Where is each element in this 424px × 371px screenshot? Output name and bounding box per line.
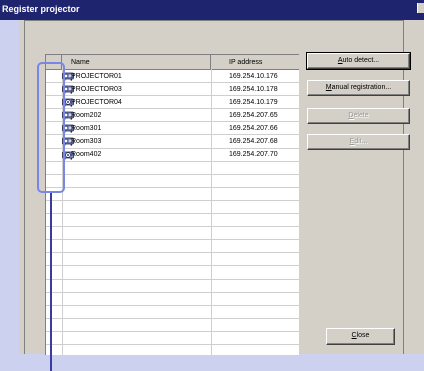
callout-bottom-margin [19, 354, 424, 371]
window-titlebar[interactable]: Register projector [0, 0, 424, 20]
list-item[interactable]: PROJECTOR03 169.254.10.178 [46, 83, 299, 97]
list-item[interactable]: Room303 169.254.207.68 [46, 135, 299, 149]
empty-row [46, 214, 299, 228]
projector-ip: 169.254.207.65 [229, 111, 278, 119]
projector-ip: 169.254.10.179 [229, 98, 278, 106]
callout-line [50, 193, 52, 371]
projector-name: Room303 [71, 137, 102, 145]
titlebar-edge [417, 3, 424, 13]
list-header: Name IP address [46, 55, 299, 70]
projector-name: PROJECTOR01 [71, 72, 122, 80]
list-rows: PROJECTOR01 169.254.10.176 PROJECTOR03 169.… [46, 70, 299, 355]
header-ip-address[interactable]: IP address [211, 55, 299, 69]
edit-label: dit... [354, 138, 368, 145]
list-item[interactable]: PROJECTOR04 169.254.10.179 [46, 96, 299, 110]
empty-row [46, 280, 299, 293]
empty-row [46, 345, 299, 355]
empty-row [46, 175, 299, 188]
projector-ip: 169.254.10.176 [229, 72, 278, 80]
empty-row [46, 306, 299, 319]
projector-name: Room402 [71, 151, 102, 159]
projector-ip: 169.254.10.178 [229, 85, 278, 93]
list-item[interactable]: Room301 169.254.207.66 [46, 122, 299, 136]
projector-ip: 169.254.207.66 [229, 124, 278, 132]
manual-registration-label: anual registration... [331, 84, 392, 91]
empty-row [46, 227, 299, 241]
empty-row [46, 201, 299, 215]
auto-detect-label: uto detect... [342, 57, 380, 64]
projector-ip: 169.254.207.68 [229, 137, 278, 145]
projector-name: Room202 [71, 111, 102, 119]
close-button[interactable]: Close [326, 328, 395, 345]
window-title: Register projector [2, 4, 80, 14]
empty-row [46, 188, 299, 201]
delete-label: elete [353, 112, 369, 119]
status-icons-highlight [37, 62, 65, 193]
list-item[interactable]: PROJECTOR01 169.254.10.176 [46, 70, 299, 84]
close-label: lose [356, 332, 370, 339]
projector-list[interactable]: Name IP address PROJECTOR01 169.254.10.17… [45, 54, 299, 355]
edit-button[interactable]: Edit... [307, 134, 410, 150]
list-item[interactable]: Room402 169.254.207.70 [46, 149, 299, 162]
empty-row [46, 253, 299, 267]
projector-name: PROJECTOR04 [71, 98, 122, 106]
list-item[interactable]: Room202 169.254.207.65 [46, 109, 299, 123]
delete-button[interactable]: Delete [307, 108, 410, 124]
callout-margin [0, 20, 19, 371]
header-name[interactable]: Name [62, 55, 211, 69]
auto-detect-button[interactable]: Auto detect... [306, 52, 411, 70]
projector-name: PROJECTOR03 [71, 85, 122, 93]
empty-row [46, 266, 299, 280]
manual-registration-button[interactable]: Manual registration... [307, 80, 410, 96]
projector-name: Room301 [71, 124, 102, 132]
empty-row [46, 319, 299, 332]
empty-row [46, 162, 299, 175]
empty-row [46, 240, 299, 254]
empty-row [46, 293, 299, 306]
empty-row [46, 332, 299, 345]
projector-ip: 169.254.207.70 [229, 151, 278, 159]
